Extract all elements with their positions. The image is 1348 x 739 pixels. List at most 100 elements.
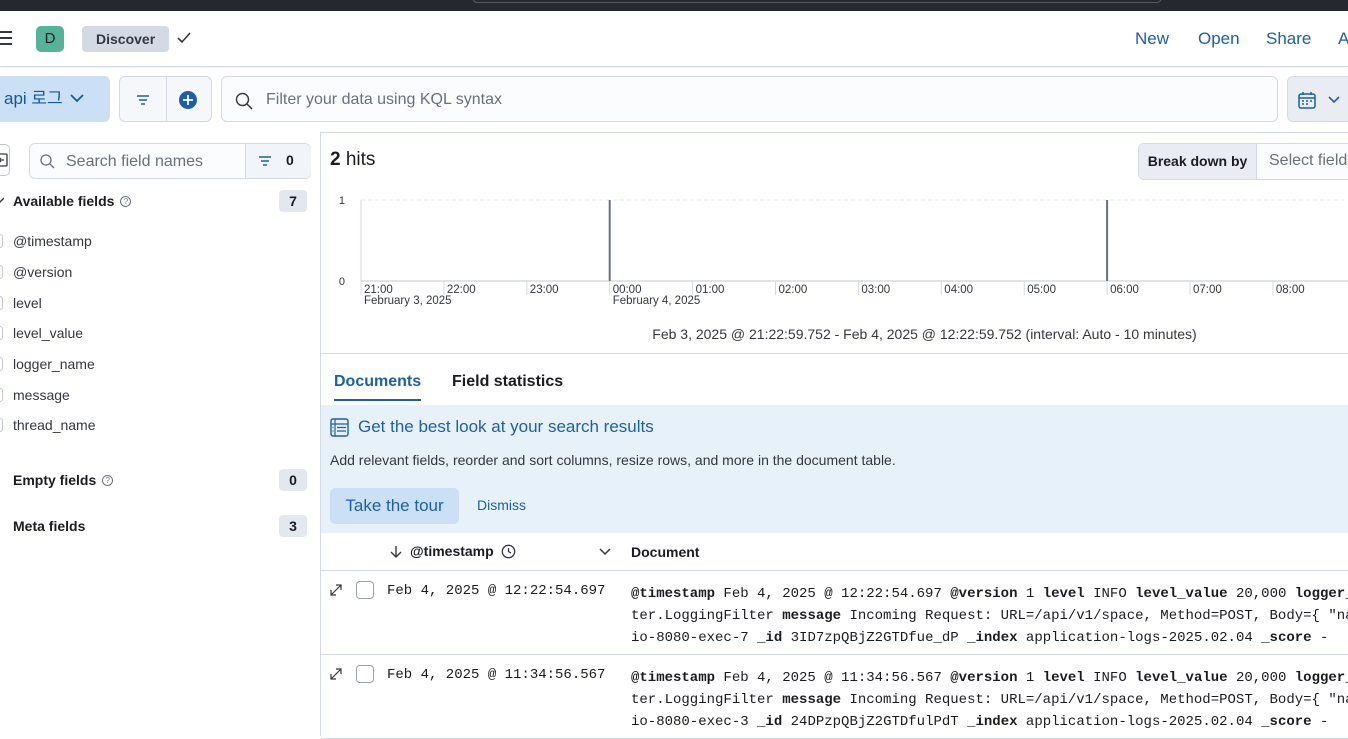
field-logger-name[interactable]: logger_name (0, 353, 320, 375)
x-tick-label: 02:00 (779, 284, 808, 296)
available-fields-count: 7 (279, 190, 307, 212)
chevron-down-icon[interactable] (0, 196, 4, 204)
field-search-input[interactable] (66, 152, 236, 172)
breakdown-selector[interactable]: Break down by Select field (1138, 143, 1348, 180)
x-tick-label: 07:00 (1193, 284, 1222, 296)
meta-fields-count: 3 (279, 515, 307, 537)
hits-counter: 2 hits (330, 149, 375, 171)
empty-fields-label: Empty fields (13, 472, 97, 488)
field-name: level_value (13, 325, 84, 341)
x-tick-label: 03:00 (861, 284, 890, 296)
field-name: @timestamp (13, 233, 92, 249)
add-filter-icon[interactable] (179, 91, 197, 109)
y-tick-label: 0 (339, 276, 345, 288)
address-bar[interactable] (472, 0, 1162, 3)
empty-fields-title[interactable]: Empty fields? (13, 472, 114, 488)
col-document[interactable]: Document (631, 544, 699, 560)
kql-input[interactable] (266, 89, 1246, 111)
open-link[interactable]: Open (1198, 29, 1240, 49)
histogram-chart[interactable]: 0121:00 22:00 23:00 00:00 01:00 02:00 03:00 04:… (321, 188, 1348, 318)
field-level-value[interactable]: level_value (0, 322, 320, 344)
field-filter-button[interactable]: 0 (246, 144, 311, 178)
main-panel: 2 hits Break down by Select field 0 1 21:0… (321, 133, 1348, 739)
row-timestamp: Feb 4, 2025 @ 11:34:56.567 (387, 667, 606, 683)
dataview-label: api 로그 (4, 89, 63, 108)
chevron-down-icon (1328, 96, 1340, 104)
share-link[interactable]: Share (1266, 29, 1311, 49)
clock-icon (501, 544, 516, 559)
row-checkbox[interactable] (356, 581, 374, 599)
dismiss-button[interactable]: Dismiss (477, 497, 526, 513)
tab-field-statistics[interactable]: Field statistics (452, 373, 563, 399)
field-thread-name[interactable]: thread_name (0, 414, 320, 436)
x-date-label: February 4, 2025 (613, 295, 701, 307)
field-type-icon (0, 265, 3, 279)
field-version[interactable]: @version (0, 261, 320, 283)
field-level[interactable]: level (0, 292, 320, 314)
field-name: message (13, 387, 70, 403)
date-picker-button[interactable] (1287, 76, 1348, 122)
x-tick-label: 23:00 (530, 284, 559, 296)
hits-count: 2 (330, 149, 341, 170)
hits-label: hits (345, 149, 376, 170)
x-tick-label: 08:00 (1276, 284, 1305, 296)
collapse-sidebar-button[interactable] (0, 144, 10, 176)
table-icon (330, 418, 349, 437)
tab-documents[interactable]: Documents (334, 373, 422, 401)
callout-description: Add relevant fields, reorder and sort co… (330, 452, 896, 468)
field-timestamp[interactable]: @timestamp (0, 230, 320, 252)
chevron-down-icon (70, 94, 84, 103)
row-checkbox[interactable] (356, 665, 374, 683)
check-icon (177, 32, 191, 44)
search-icon (235, 92, 253, 110)
help-icon: ? (120, 196, 132, 207)
filter-button-group (119, 76, 212, 122)
field-sidebar: 0 Available fields? 7 @timestamp @versio… (0, 132, 321, 736)
space-avatar[interactable]: D (36, 26, 64, 52)
field-type-icon (0, 357, 3, 371)
kql-search (221, 76, 1278, 122)
row-timestamp: Feb 4, 2025 @ 12:22:54.697 (387, 583, 606, 599)
table-row: Feb 4, 2025 @ 11:34:56.567 @timestamp Fe… (321, 655, 1348, 739)
y-tick-label: 1 (339, 195, 345, 207)
filter-icon (259, 156, 271, 166)
field-type-icon (0, 234, 3, 248)
expand-icon[interactable] (329, 583, 343, 597)
field-message[interactable]: message (0, 384, 320, 406)
app-header: D Discover New Open Share A (0, 11, 1348, 67)
field-name: level (13, 295, 42, 311)
available-fields-title[interactable]: Available fields? (13, 193, 132, 209)
search-icon (40, 154, 55, 169)
histogram-bar (608, 200, 611, 281)
take-tour-button[interactable]: Take the tour (330, 488, 459, 524)
sort-desc-icon[interactable] (390, 545, 402, 559)
dataview-picker[interactable]: api 로그 (0, 76, 110, 122)
tour-callout: Get the best look at your search results… (321, 405, 1348, 533)
available-fields-label: Available fields (13, 193, 115, 209)
field-type-icon (0, 418, 3, 432)
callout-title: Get the best look at your search results (358, 417, 654, 436)
filter-icon[interactable] (136, 93, 150, 107)
divider (321, 353, 1348, 354)
field-name: thread_name (13, 417, 96, 433)
collapse-icon (0, 153, 8, 167)
chevron-down-icon[interactable] (599, 548, 611, 556)
breadcrumb-discover[interactable]: Discover (82, 26, 170, 52)
col-timestamp[interactable]: @timestamp (410, 543, 494, 559)
empty-fields-count: 0 (279, 469, 307, 491)
field-name: logger_name (13, 356, 95, 372)
breakdown-label: Break down by (1139, 144, 1257, 179)
table-row: Feb 4, 2025 @ 12:22:54.697 @timestamp Fe… (321, 571, 1348, 655)
breakdown-placeholder: Select field (1269, 152, 1348, 169)
x-tick-label: 06:00 (1110, 284, 1139, 296)
time-range-label: Feb 3, 2025 @ 21:22:59.752 - Feb 4, 2025… (652, 326, 1197, 342)
meta-fields-title[interactable]: Meta fields (13, 518, 85, 534)
browser-strip (0, 0, 1348, 11)
new-link[interactable]: New (1135, 29, 1169, 49)
menu-icon[interactable] (0, 31, 12, 45)
row-document: @timestamp Feb 4, 2025 @ 12:22:54.697 @v… (631, 586, 1348, 646)
expand-icon[interactable] (329, 667, 343, 681)
alerts-link[interactable]: A (1338, 29, 1348, 49)
field-name: @version (13, 264, 73, 280)
x-tick-label: 05:00 (1027, 284, 1056, 296)
